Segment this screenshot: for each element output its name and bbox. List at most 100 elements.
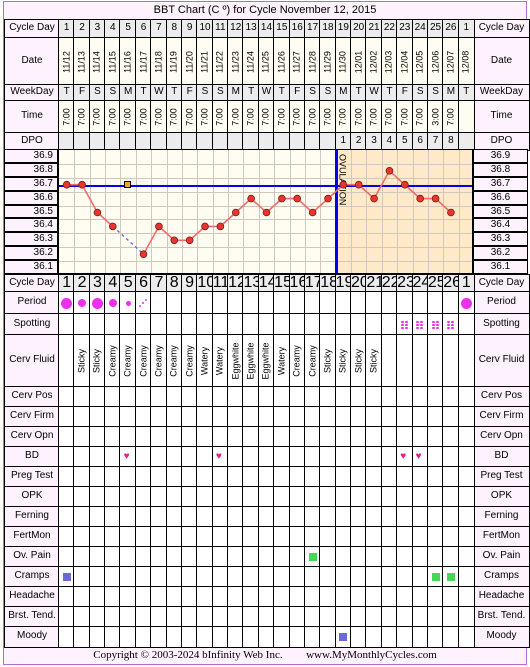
spot-dot [435,320,439,323]
row-label-right-cerv-fluid: Cerv Fluid [472,334,530,388]
cell-opk-27 [457,486,475,508]
spot-dot [431,323,435,326]
temp-scale-right-36.3: 36.3 [472,232,528,247]
moody-marker [339,633,348,641]
cell-text: 7:00 [230,108,241,126]
row-label-cramps: Cramps [4,566,60,588]
page-title: BBT Chart (C º) for Cycle November 12, 2… [153,4,377,16]
cell-text: 12/07 [445,50,456,73]
cramps-marker [446,573,455,581]
cell-text: 11/12 [61,50,72,73]
period-flow-dot [108,299,117,307]
cerv-fluid-value: Sticky [76,348,87,374]
temp-scale-left-36.6: 36.6 [4,190,58,205]
cell-text: 7:00 [260,108,271,126]
cell-cerv-firm-27 [457,406,475,428]
footer-site-link[interactable]: www.MyMonthlyCycles.com [306,649,437,661]
cell-text: 7:00 [91,108,102,126]
spot-dot [435,323,439,326]
cerv-fluid-value: Sticky [353,348,364,374]
cell-text: 11/14 [91,50,102,73]
temp-scale-right-36.5: 36.5 [472,204,528,219]
cell-bd-27 [457,446,475,468]
bd-heart-icon: ♥ [415,450,422,462]
spot-dot [446,326,450,329]
temp-scale-left-36.5: 36.5 [4,204,58,219]
row-label-cerv-fluid: Cerv Fluid [4,334,60,388]
spot-dot [446,323,450,326]
cell-cerv-fluid-27 [457,334,475,388]
cell-text: 7:00 [337,108,348,126]
row-label-right-cerv-opn: Cerv Opn [472,426,530,448]
temp-scale-right-36.2: 36.2 [472,246,528,261]
row-label-right-fertmon: FertMon [472,526,530,548]
temp-scale-left-36.3: 36.3 [4,232,58,247]
cell-text: 7:00 [214,108,225,126]
cell-text: 11/20 [184,50,195,73]
row-label-right-cerv-pos: Cerv Pos [472,386,530,408]
row-label-opk: OPK [4,486,60,508]
row-label-ov-pain: Ov. Pain [4,546,60,568]
row-label-right-brst-tend: Brst. Tend. [472,606,530,628]
cell-text: 7:00 [76,108,87,126]
row-label-cerv-pos: Cerv Pos [4,386,60,408]
spot-dot [420,320,424,323]
cell-time-27 [457,100,475,134]
row-label-date: Date [4,37,60,86]
cell-spotting-27 [457,313,475,336]
temp-scale-left-36.7: 36.7 [4,176,58,191]
row-label-moody: Moody [4,626,60,648]
row-label-right-opk: OPK [472,486,530,508]
cell-text: 3:00 [430,108,441,126]
footer-copyright: Copyright © 2003-2024 bInfinity Web Inc. [93,649,283,661]
spot-dot [416,323,420,326]
spot-dot [404,323,408,326]
cerv-fluid-value: Creamy [168,345,179,377]
cell-text: 11/24 [245,50,256,73]
cell-cycle-day-27: 1 [457,19,475,39]
period-flow-dot [125,300,131,306]
cell-text: 7:00 [445,108,456,126]
row-label-brst-tend: Brst. Tend. [4,606,60,628]
cell-text: 7:00 [353,108,364,126]
cerv-fluid-value: Watery [214,346,225,376]
cerv-fluid-value: Creamy [184,345,195,377]
temp-scale-right-36.9: 36.9 [472,149,528,163]
cell-text: 11/23 [230,50,241,73]
temperature-plot: OVULATION [58,149,473,274]
cell-text: 11/22 [214,50,225,73]
cell-text: 7:00 [368,108,379,126]
cell-moody-27 [457,626,475,648]
cell-ferning-27 [457,506,475,528]
discarded-temp-marker [124,180,132,188]
cell-text: 7:00 [414,108,425,126]
row-label-right-preg-test: Preg Test [472,466,530,488]
cell-text: 11/15 [107,50,118,73]
temp-scale-left-36.8: 36.8 [4,162,58,177]
cell-ov-pain-27 [457,546,475,568]
bd-heart-icon: ♥ [215,450,222,462]
cell-text: 11/17 [138,50,149,73]
cell-text: 12/02 [368,50,379,73]
cerv-fluid-value: Eggwhite [230,342,241,380]
row-label-cycle-day: Cycle Day [4,19,60,39]
cell-text: 7:00 [138,108,149,126]
spot-dot [145,298,148,301]
cell-text: 7:00 [276,108,287,126]
temp-scale-right-36.7: 36.7 [472,176,528,191]
row-label-right-moody: Moody [472,626,530,648]
cramps-marker [431,573,440,581]
row-label-preg-test: Preg Test [4,466,60,488]
row-label-spotting: Spotting [4,313,60,336]
cell-text: 11/18 [153,50,164,73]
row-label-right-ferning: Ferning [472,506,530,528]
cell-text: 11/19 [168,50,179,73]
ov-pain-marker [308,553,317,561]
row-label-right-spotting: Spotting [472,313,530,336]
cell-fertmon-27 [457,526,475,548]
cell-text: 7:00 [168,108,179,126]
row-label-right-ov-pain: Ov. Pain [472,546,530,568]
footer: Copyright © 2003-2024 bInfinity Web Inc.… [4,646,526,664]
cell-text: 7:00 [199,108,210,126]
row-label-time: Time [4,100,60,134]
